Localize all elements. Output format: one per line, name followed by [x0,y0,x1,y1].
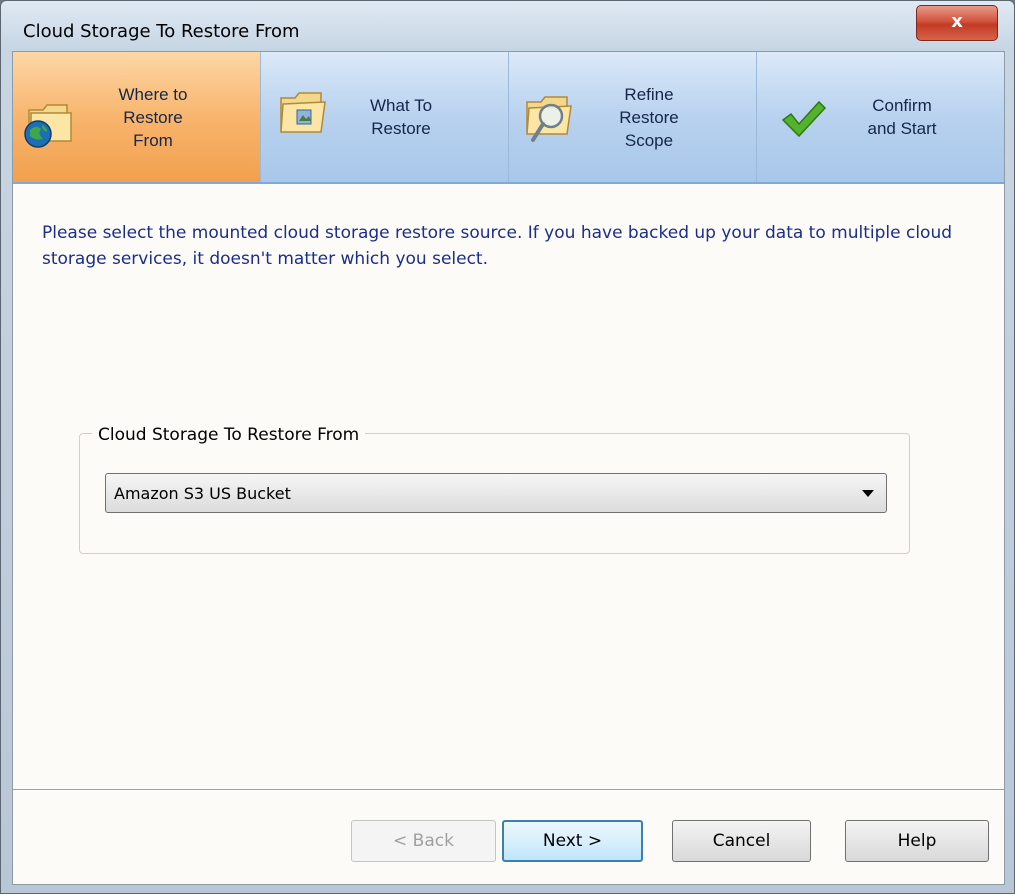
restore-wizard-window: Cloud Storage To Restore From x Where to… [0,0,1015,894]
step-refine-restore-scope[interactable]: Refine Restore Scope [509,52,757,182]
wizard-steps: Where to Restore From What To Restore Re… [13,52,1004,184]
footer-divider [13,789,1004,791]
checkmark-icon [781,100,827,138]
cloud-storage-select[interactable]: Amazon S3 US Bucket [105,473,887,513]
selected-storage-value: Amazon S3 US Bucket [114,484,291,503]
step-label: Refine Restore Scope [619,84,679,150]
step-label: Confirm and Start [867,96,937,138]
instruction-text: Please select the mounted cloud storage … [42,223,953,269]
next-button[interactable]: Next > [502,820,643,862]
title-bar[interactable]: Cloud Storage To Restore From x [1,1,1014,51]
globe-folder-icon [24,104,72,148]
step-label: Where to Restore From [118,84,188,150]
folder-icon [280,92,326,133]
back-button[interactable]: < Back [351,820,496,862]
group-legend: Cloud Storage To Restore From [92,425,366,445]
close-button[interactable]: x [916,5,998,41]
cancel-button[interactable]: Cancel [672,820,811,862]
step-label: What To Restore [369,96,433,138]
dropdown-arrow-icon[interactable] [862,490,874,497]
help-button[interactable]: Help [845,820,989,862]
step-confirm-and-start[interactable]: Confirm and Start [757,52,1004,182]
step-where-to-restore-from[interactable]: Where to Restore From [13,52,261,182]
search-folder-icon [526,96,572,142]
window-title: Cloud Storage To Restore From [23,21,300,42]
wizard-body: Where to Restore From What To Restore Re… [12,51,1005,885]
close-icon: x [951,11,963,32]
step-what-to-restore[interactable]: What To Restore [261,52,509,182]
